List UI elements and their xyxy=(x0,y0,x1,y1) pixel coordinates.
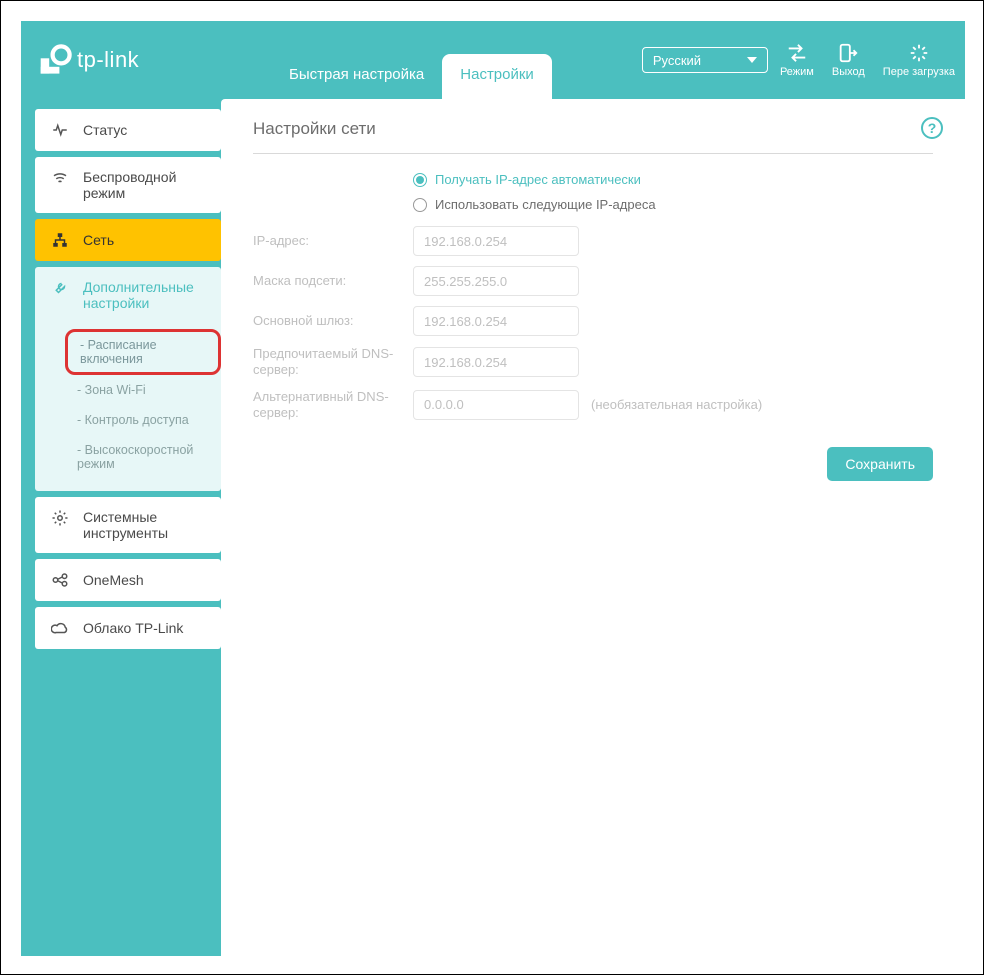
sidebar-item-label: Статус xyxy=(83,122,127,138)
sidebar-item-status[interactable]: Статус xyxy=(35,109,221,151)
sidebar: Статус Беспроводной режим Сеть Дополните… xyxy=(21,99,221,956)
logout-icon xyxy=(837,42,859,64)
network-icon xyxy=(51,231,69,249)
sidebar-item-network[interactable]: Сеть xyxy=(35,219,221,261)
input-gateway[interactable]: 192.168.0.254 xyxy=(413,306,579,336)
sidebar-item-label: Дополнительные настройки xyxy=(83,279,209,311)
sidebar-item-advanced[interactable]: Дополнительные настройки xyxy=(35,267,221,323)
input-mask[interactable]: 255.255.255.0 xyxy=(413,266,579,296)
language-value: Русский xyxy=(653,53,701,68)
advanced-submenu: Расписание включения Зона Wi-Fi Контроль… xyxy=(35,323,221,491)
label-dns2: Альтернативный DNS-сервер: xyxy=(253,389,413,422)
input-dns2[interactable]: 0.0.0.0 xyxy=(413,390,579,420)
brand-logo: tp-link xyxy=(39,43,239,77)
gear-icon xyxy=(51,509,69,527)
logout-button[interactable]: Выход xyxy=(832,42,865,78)
cloud-icon xyxy=(51,619,69,637)
wifi-icon xyxy=(51,169,69,187)
sidebar-item-label: OneMesh xyxy=(83,572,144,588)
label-ip: IP-адрес: xyxy=(253,233,413,249)
save-button[interactable]: Сохранить xyxy=(827,447,933,481)
submenu-wifi-zone[interactable]: Зона Wi-Fi xyxy=(35,375,221,405)
input-dns1[interactable]: 192.168.0.254 xyxy=(413,347,579,377)
label-mask: Маска подсети: xyxy=(253,273,413,289)
dns2-hint: (необязательная настройка) xyxy=(591,397,762,412)
radio-ip-manual[interactable]: Использовать следующие IP-адреса xyxy=(413,197,933,212)
sidebar-item-label: Сеть xyxy=(83,232,114,248)
brand-text: tp-link xyxy=(77,47,139,73)
mode-icon xyxy=(786,42,808,64)
tab-settings[interactable]: Настройки xyxy=(442,54,552,99)
tab-quick-setup[interactable]: Быстрая настройка xyxy=(271,54,442,99)
radio-dot-icon xyxy=(413,198,427,212)
label-dns1: Предпочитаемый DNS-сервер: xyxy=(253,346,413,379)
onemesh-icon xyxy=(51,571,69,589)
input-ip[interactable]: 192.168.0.254 xyxy=(413,226,579,256)
radio-dot-icon xyxy=(413,173,427,187)
sidebar-item-cloud[interactable]: Облако TP-Link xyxy=(35,607,221,649)
reload-button[interactable]: Пере загрузка xyxy=(883,42,955,78)
page-title: Настройки сети xyxy=(253,119,933,154)
sidebar-item-label: Системные инструменты xyxy=(83,509,209,541)
submenu-access-control[interactable]: Контроль доступа xyxy=(35,405,221,435)
language-select[interactable]: Русский xyxy=(642,47,768,73)
sidebar-item-onemesh[interactable]: OneMesh xyxy=(35,559,221,601)
label-gateway: Основной шлюз: xyxy=(253,313,413,329)
mode-button[interactable]: Режим xyxy=(780,42,814,78)
status-icon xyxy=(51,121,69,139)
radio-ip-auto[interactable]: Получать IP-адрес автоматически xyxy=(413,172,933,187)
wrench-icon xyxy=(51,279,69,297)
submenu-schedule[interactable]: Расписание включения xyxy=(65,329,221,375)
sidebar-item-label: Беспроводной режим xyxy=(83,169,209,201)
sidebar-item-system-tools[interactable]: Системные инструменты xyxy=(35,497,221,553)
main-panel: ? Настройки сети Получать IP-адрес автом… xyxy=(221,99,965,956)
sidebar-item-wireless[interactable]: Беспроводной режим xyxy=(35,157,221,213)
submenu-highspeed[interactable]: Высокоскоростной режим xyxy=(35,435,221,479)
reload-icon xyxy=(908,42,930,64)
tplink-logo-icon xyxy=(39,43,73,77)
help-button[interactable]: ? xyxy=(921,117,943,139)
sidebar-item-label: Облако TP-Link xyxy=(83,620,183,636)
chevron-down-icon xyxy=(747,57,757,63)
